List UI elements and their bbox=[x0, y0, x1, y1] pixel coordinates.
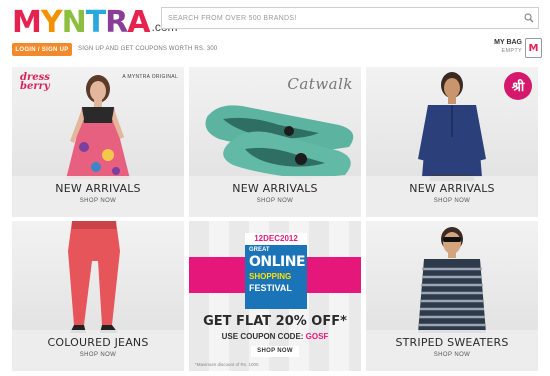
shop-now-button[interactable]: SHOP NOW bbox=[251, 346, 299, 357]
my-bag-label: MY BAG bbox=[494, 39, 522, 46]
logo-letter: R bbox=[105, 5, 128, 40]
bag-icon-letter: M bbox=[528, 42, 539, 54]
myntra-logo[interactable]: MYNTRA .com bbox=[12, 4, 178, 40]
shopping-bag-icon[interactable]: M bbox=[525, 38, 542, 58]
tile-caption: NEW ARRIVALS SHOP NOW bbox=[12, 176, 184, 217]
tile-title: NEW ARRIVALS bbox=[55, 182, 141, 195]
tile-new-arrivals-kurtas[interactable]: श्री NEW ARRIVALS SHOP NOW bbox=[366, 67, 538, 217]
coupon-code: GOSF bbox=[305, 332, 329, 341]
shop-now-link[interactable]: SHOP NOW bbox=[366, 198, 538, 204]
tile-new-arrivals-footwear[interactable]: Catwalk NEW ARRIVALS SHOP NOW bbox=[189, 67, 361, 217]
tile-title: NEW ARRIVALS bbox=[409, 182, 495, 195]
tile-title: COLOURED JEANS bbox=[47, 336, 149, 349]
promo-shopping: SHOPPING bbox=[249, 272, 292, 281]
brand-logo-dressberry: dress berry bbox=[20, 72, 50, 92]
promo-date: 12DEC2012 bbox=[245, 233, 307, 245]
tile-title: NEW ARRIVALS bbox=[232, 182, 318, 195]
search-icon[interactable] bbox=[520, 8, 538, 28]
shop-now-link[interactable]: SHOP NOW bbox=[366, 352, 538, 358]
promo-offer-headline: GET FLAT 20% OFF* bbox=[203, 314, 347, 329]
shop-now-link[interactable]: SHOP NOW bbox=[12, 198, 184, 204]
shop-now-link[interactable]: SHOP NOW bbox=[12, 352, 184, 358]
tile-caption: NEW ARRIVALS SHOP NOW bbox=[189, 176, 361, 217]
tile-title: STRIPED SWEATERS bbox=[395, 336, 509, 349]
coupon-prefix: USE COUPON CODE: bbox=[221, 332, 306, 341]
logo-wordmark: MYNTRA bbox=[12, 5, 151, 40]
login-signup-button[interactable]: LOGIN / SIGN UP bbox=[12, 43, 72, 56]
brand-logo-shree: श्री bbox=[504, 72, 532, 100]
myntra-original-badge: A MYNTRA ORIGINAL bbox=[122, 74, 178, 80]
search-input[interactable] bbox=[162, 8, 520, 28]
promo-fine-print: *Maximum discount of Rs. 1000 bbox=[195, 362, 259, 367]
tile-gosf-promo[interactable]: 12DEC2012 GREAT ONLINE SHOPPING FESTIVAL… bbox=[189, 221, 361, 371]
promo-great: GREAT bbox=[249, 247, 270, 253]
promo-festival: FESTIVAL bbox=[249, 283, 292, 293]
tile-caption: COLOURED JEANS SHOP NOW bbox=[12, 330, 184, 371]
signup-offer-text: SIGN UP AND GET COUPONS WORTH RS. 300 bbox=[78, 46, 218, 52]
logo-letter: M bbox=[12, 5, 42, 40]
tile-caption: NEW ARRIVALS SHOP NOW bbox=[366, 176, 538, 217]
search-bar bbox=[161, 7, 539, 29]
promo-coupon-line: USE COUPON CODE: GOSF bbox=[189, 332, 361, 341]
tile-new-arrivals-dresses[interactable]: dress berry A MYNTRA ORIGINAL NEW ARRIVA… bbox=[12, 67, 184, 217]
shop-now-link[interactable]: SHOP NOW bbox=[189, 198, 361, 204]
logo-letter: T bbox=[85, 5, 106, 40]
logo-letter: A bbox=[127, 5, 150, 40]
brand-logo-catwalk: Catwalk bbox=[287, 75, 353, 93]
logo-letter: N bbox=[61, 5, 87, 40]
my-bag-status: EMPTY bbox=[501, 48, 522, 54]
logo-letter: Y bbox=[40, 5, 63, 40]
tile-caption: STRIPED SWEATERS SHOP NOW bbox=[366, 330, 538, 371]
tile-striped-sweaters[interactable]: STRIPED SWEATERS SHOP NOW bbox=[366, 221, 538, 371]
promo-online: ONLINE bbox=[249, 254, 306, 270]
my-bag-link[interactable]: MY BAG EMPTY bbox=[494, 39, 522, 54]
tile-coloured-jeans[interactable]: COLOURED JEANS SHOP NOW bbox=[12, 221, 184, 371]
